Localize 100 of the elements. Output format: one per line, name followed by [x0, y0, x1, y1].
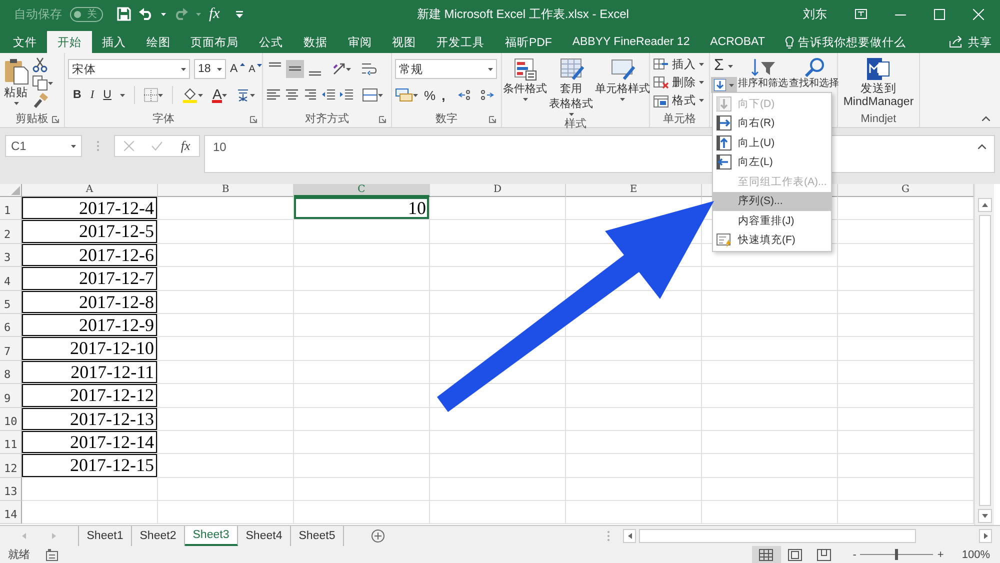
scrollbar-thumb[interactable]: [639, 529, 916, 543]
find-select-button[interactable]: 查找和选择: [789, 57, 839, 89]
insert-function-button[interactable]: fx: [209, 6, 220, 22]
scrollbar-thumb[interactable]: [978, 215, 990, 506]
phonetic-guide-icon[interactable]: [236, 88, 250, 102]
copy-icon[interactable]: [32, 75, 48, 91]
decrease-decimal-icon[interactable]: [479, 88, 496, 102]
tell-me-field[interactable]: 告诉我你想要做什么: [798, 34, 906, 50]
fill-color-icon[interactable]: [182, 87, 198, 103]
ribbon-tab[interactable]: 数据: [293, 31, 338, 53]
conditional-format-button[interactable]: 条件格式: [503, 57, 547, 116]
caret-icon[interactable]: [222, 94, 227, 96]
orientation-icon[interactable]: [332, 62, 346, 76]
row-header[interactable]: 11: [0, 430, 22, 454]
check-icon[interactable]: [151, 141, 164, 151]
ribbon-tab[interactable]: 视图: [382, 31, 426, 53]
column-header[interactable]: A: [22, 184, 158, 197]
normal-view-icon[interactable]: [759, 548, 774, 560]
column-header[interactable]: E: [566, 184, 702, 197]
caret-icon[interactable]: [699, 81, 704, 84]
column-header[interactable]: C: [294, 184, 430, 197]
save-icon[interactable]: [117, 7, 131, 21]
caret-icon[interactable]: [250, 94, 255, 96]
undo-icon[interactable]: [139, 8, 153, 20]
ribbon-tab[interactable]: 开发工具: [426, 31, 495, 53]
ribbon-tab[interactable]: ACROBAT: [700, 31, 776, 53]
caret-icon[interactable]: [568, 113, 574, 116]
insert-cells-icon[interactable]: [653, 58, 669, 72]
ribbon-tab[interactable]: 页面布局: [180, 31, 249, 53]
row-header[interactable]: 5: [0, 290, 22, 314]
page-break-view-icon[interactable]: [817, 548, 832, 560]
row-header[interactable]: 7: [0, 337, 22, 361]
table-format-icon[interactable]: [558, 57, 584, 81]
slider-thumb[interactable]: [895, 549, 898, 560]
menu-item[interactable]: 向右(R): [713, 114, 831, 133]
merge-cells-icon[interactable]: [362, 87, 378, 103]
column-header[interactable]: B: [158, 184, 294, 197]
font-name-field[interactable]: 宋体: [68, 59, 190, 79]
scroll-down-button[interactable]: [978, 509, 992, 523]
comma-button[interactable]: ,: [442, 88, 446, 102]
maximize-icon[interactable]: [934, 8, 945, 20]
caret-icon[interactable]: [699, 63, 704, 66]
conditional-format-icon[interactable]: [512, 57, 538, 81]
row-header[interactable]: 3: [0, 244, 22, 268]
row-header[interactable]: 1: [0, 197, 22, 220]
cut-icon[interactable]: [32, 57, 48, 73]
menu-item[interactable]: 序列(S)...: [713, 192, 831, 211]
scroll-right-button[interactable]: [979, 529, 992, 543]
accounting-format-icon[interactable]: [395, 88, 413, 102]
menu-item[interactable]: 向上(U): [713, 133, 831, 152]
scroll-left-button[interactable]: [623, 529, 636, 543]
delete-cells-icon[interactable]: [653, 76, 669, 90]
dialog-launcher-icon[interactable]: [52, 116, 59, 123]
share-icon[interactable]: [949, 36, 963, 48]
caret-icon[interactable]: [161, 12, 166, 16]
caret-icon[interactable]: [413, 94, 418, 96]
menu-item[interactable]: 向左(L): [713, 152, 831, 172]
ribbon-tab[interactable]: 公式: [248, 31, 294, 53]
sheet-tab[interactable]: Sheet3: [185, 526, 238, 546]
row-header[interactable]: 2: [0, 220, 22, 244]
ribbon-tab[interactable]: 开始: [47, 31, 92, 53]
underline-button[interactable]: U: [103, 89, 112, 101]
caret-icon[interactable]: [620, 98, 625, 101]
insert-function-button[interactable]: fx: [180, 138, 190, 154]
ribbon-tab[interactable]: 绘图: [136, 31, 180, 53]
grow-font-button[interactable]: A: [230, 63, 245, 75]
caret-icon[interactable]: [71, 144, 76, 148]
sort-filter-button[interactable]: 排序和筛选: [738, 57, 788, 89]
format-painter-icon[interactable]: [32, 93, 48, 109]
caret-icon[interactable]: [217, 68, 222, 70]
row-header[interactable]: 9: [0, 384, 22, 408]
caret-icon[interactable]: [181, 68, 186, 70]
close-icon[interactable]: [973, 8, 984, 20]
send-to-mindmanager-button[interactable]: 发送到 MindManager: [843, 57, 914, 110]
menu-item[interactable]: 内容重排(J): [713, 211, 831, 230]
zoom-in-button[interactable]: +: [937, 548, 944, 560]
add-sheet-icon[interactable]: [371, 529, 385, 543]
percent-button[interactable]: %: [424, 88, 436, 102]
fill-button[interactable]: [711, 77, 737, 93]
column-header[interactable]: G: [838, 184, 974, 197]
name-box[interactable]: C1: [5, 135, 82, 157]
caret-icon[interactable]: [158, 94, 164, 96]
caret-icon[interactable]: [346, 68, 351, 70]
collapse-formula-icon[interactable]: [978, 144, 986, 149]
wrap-text-icon[interactable]: [361, 61, 377, 77]
number-format-field[interactable]: 常规: [395, 59, 497, 79]
share-button[interactable]: 共享: [968, 34, 992, 50]
font-size-field[interactable]: 18: [194, 59, 226, 79]
page-layout-view-icon[interactable]: [788, 548, 802, 560]
caret-icon[interactable]: [522, 98, 528, 101]
column-header[interactable]: D: [430, 184, 566, 197]
format-cells-button[interactable]: 格式: [653, 93, 704, 108]
ribbon-tab[interactable]: ABBYY FineReader 12: [562, 31, 700, 53]
row-header[interactable]: 6: [0, 314, 22, 338]
caret-icon[interactable]: [48, 82, 53, 84]
scroll-up-button[interactable]: [978, 198, 992, 212]
ribbon-tab[interactable]: 福昕PDF: [494, 31, 562, 53]
row-header[interactable]: 12: [0, 454, 22, 478]
row-header[interactable]: 14: [0, 501, 22, 524]
macro-record-icon[interactable]: [46, 548, 58, 560]
